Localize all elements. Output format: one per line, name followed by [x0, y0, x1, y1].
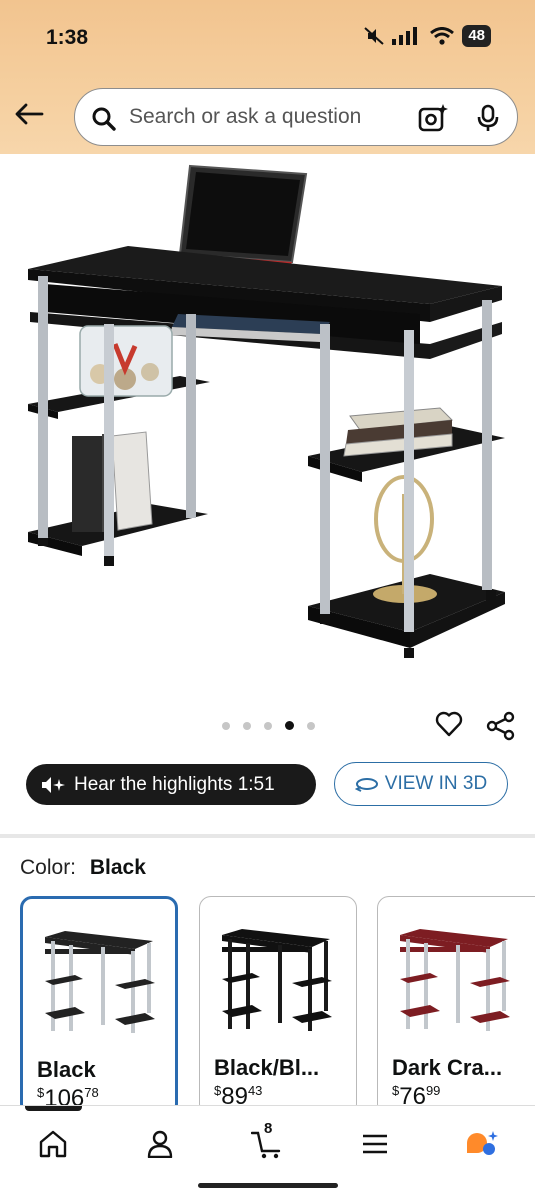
- menu-icon: [363, 1134, 387, 1154]
- product-image[interactable]: [0, 154, 535, 694]
- heart-icon[interactable]: [435, 710, 463, 738]
- carousel-dots[interactable]: [222, 721, 315, 730]
- signal-icon: [392, 27, 418, 45]
- share-icon[interactable]: [486, 711, 516, 741]
- nav-menu[interactable]: [355, 1124, 395, 1164]
- home-icon: [39, 1130, 67, 1158]
- swatch-name: Black/Bl...: [214, 1055, 320, 1080]
- status-time: 1:38: [46, 26, 89, 49]
- color-swatch-black-black[interactable]: Black/Bl... $8943: [199, 896, 357, 1116]
- rufus-icon: [467, 1131, 498, 1155]
- battery-indicator: 48: [462, 25, 491, 47]
- view-in-3d-label: VIEW IN 3D: [384, 773, 488, 794]
- color-value: Black: [89, 856, 146, 879]
- back-arrow-icon[interactable]: [14, 102, 44, 126]
- color-swatch-black[interactable]: Black $10678: [20, 896, 178, 1116]
- swatch-desk-image: [222, 929, 332, 1031]
- carousel-dot[interactable]: [264, 721, 272, 730]
- bottom-navigation: 8: [0, 1105, 535, 1200]
- carousel-dot[interactable]: [243, 721, 251, 730]
- rotate-3d-icon: [354, 778, 378, 792]
- search-placeholder: Search or ask a question: [129, 105, 362, 128]
- microphone-icon[interactable]: [477, 104, 499, 132]
- view-in-3d-button[interactable]: VIEW IN 3D: [334, 762, 508, 806]
- active-tab-indicator: [25, 1106, 82, 1111]
- carousel-dot-active[interactable]: [285, 721, 294, 730]
- carousel-dot[interactable]: [307, 721, 315, 730]
- nav-cart[interactable]: 8: [248, 1120, 288, 1164]
- swatch-desk-image: [400, 929, 510, 1031]
- search-input[interactable]: Search or ask a question: [74, 88, 518, 146]
- cart-count-badge: 8: [264, 1120, 273, 1137]
- camera-lens-icon[interactable]: [417, 103, 449, 133]
- home-indicator-bar: [198, 1183, 338, 1188]
- nav-rufus[interactable]: [461, 1124, 501, 1164]
- swatch-name: Black: [37, 1057, 96, 1082]
- swatch-name: Dark Cra...: [392, 1055, 503, 1080]
- status-icons: 48: [364, 25, 491, 47]
- wifi-icon: [430, 27, 455, 45]
- speaker-sparkle-icon: [42, 776, 65, 793]
- nav-home[interactable]: [33, 1124, 73, 1164]
- account-icon: [147, 1130, 173, 1158]
- color-selection-label: Color: Black: [20, 856, 146, 880]
- hear-highlights-button[interactable]: Hear the highlights 1:51: [26, 764, 316, 805]
- swatch-desk-image: [45, 931, 155, 1033]
- search-icon: [92, 107, 116, 131]
- color-swatch-dark-cranberry[interactable]: Dark Cra... $7699: [377, 896, 535, 1116]
- hear-highlights-label: Hear the highlights 1:51: [74, 773, 275, 795]
- header: 1:38 48 Search or ask a question: [0, 0, 535, 154]
- carousel-dot[interactable]: [222, 721, 230, 730]
- section-divider: [0, 834, 535, 838]
- color-key: Color:: [20, 856, 77, 879]
- nav-account[interactable]: [140, 1124, 180, 1164]
- mute-icon: [364, 27, 384, 45]
